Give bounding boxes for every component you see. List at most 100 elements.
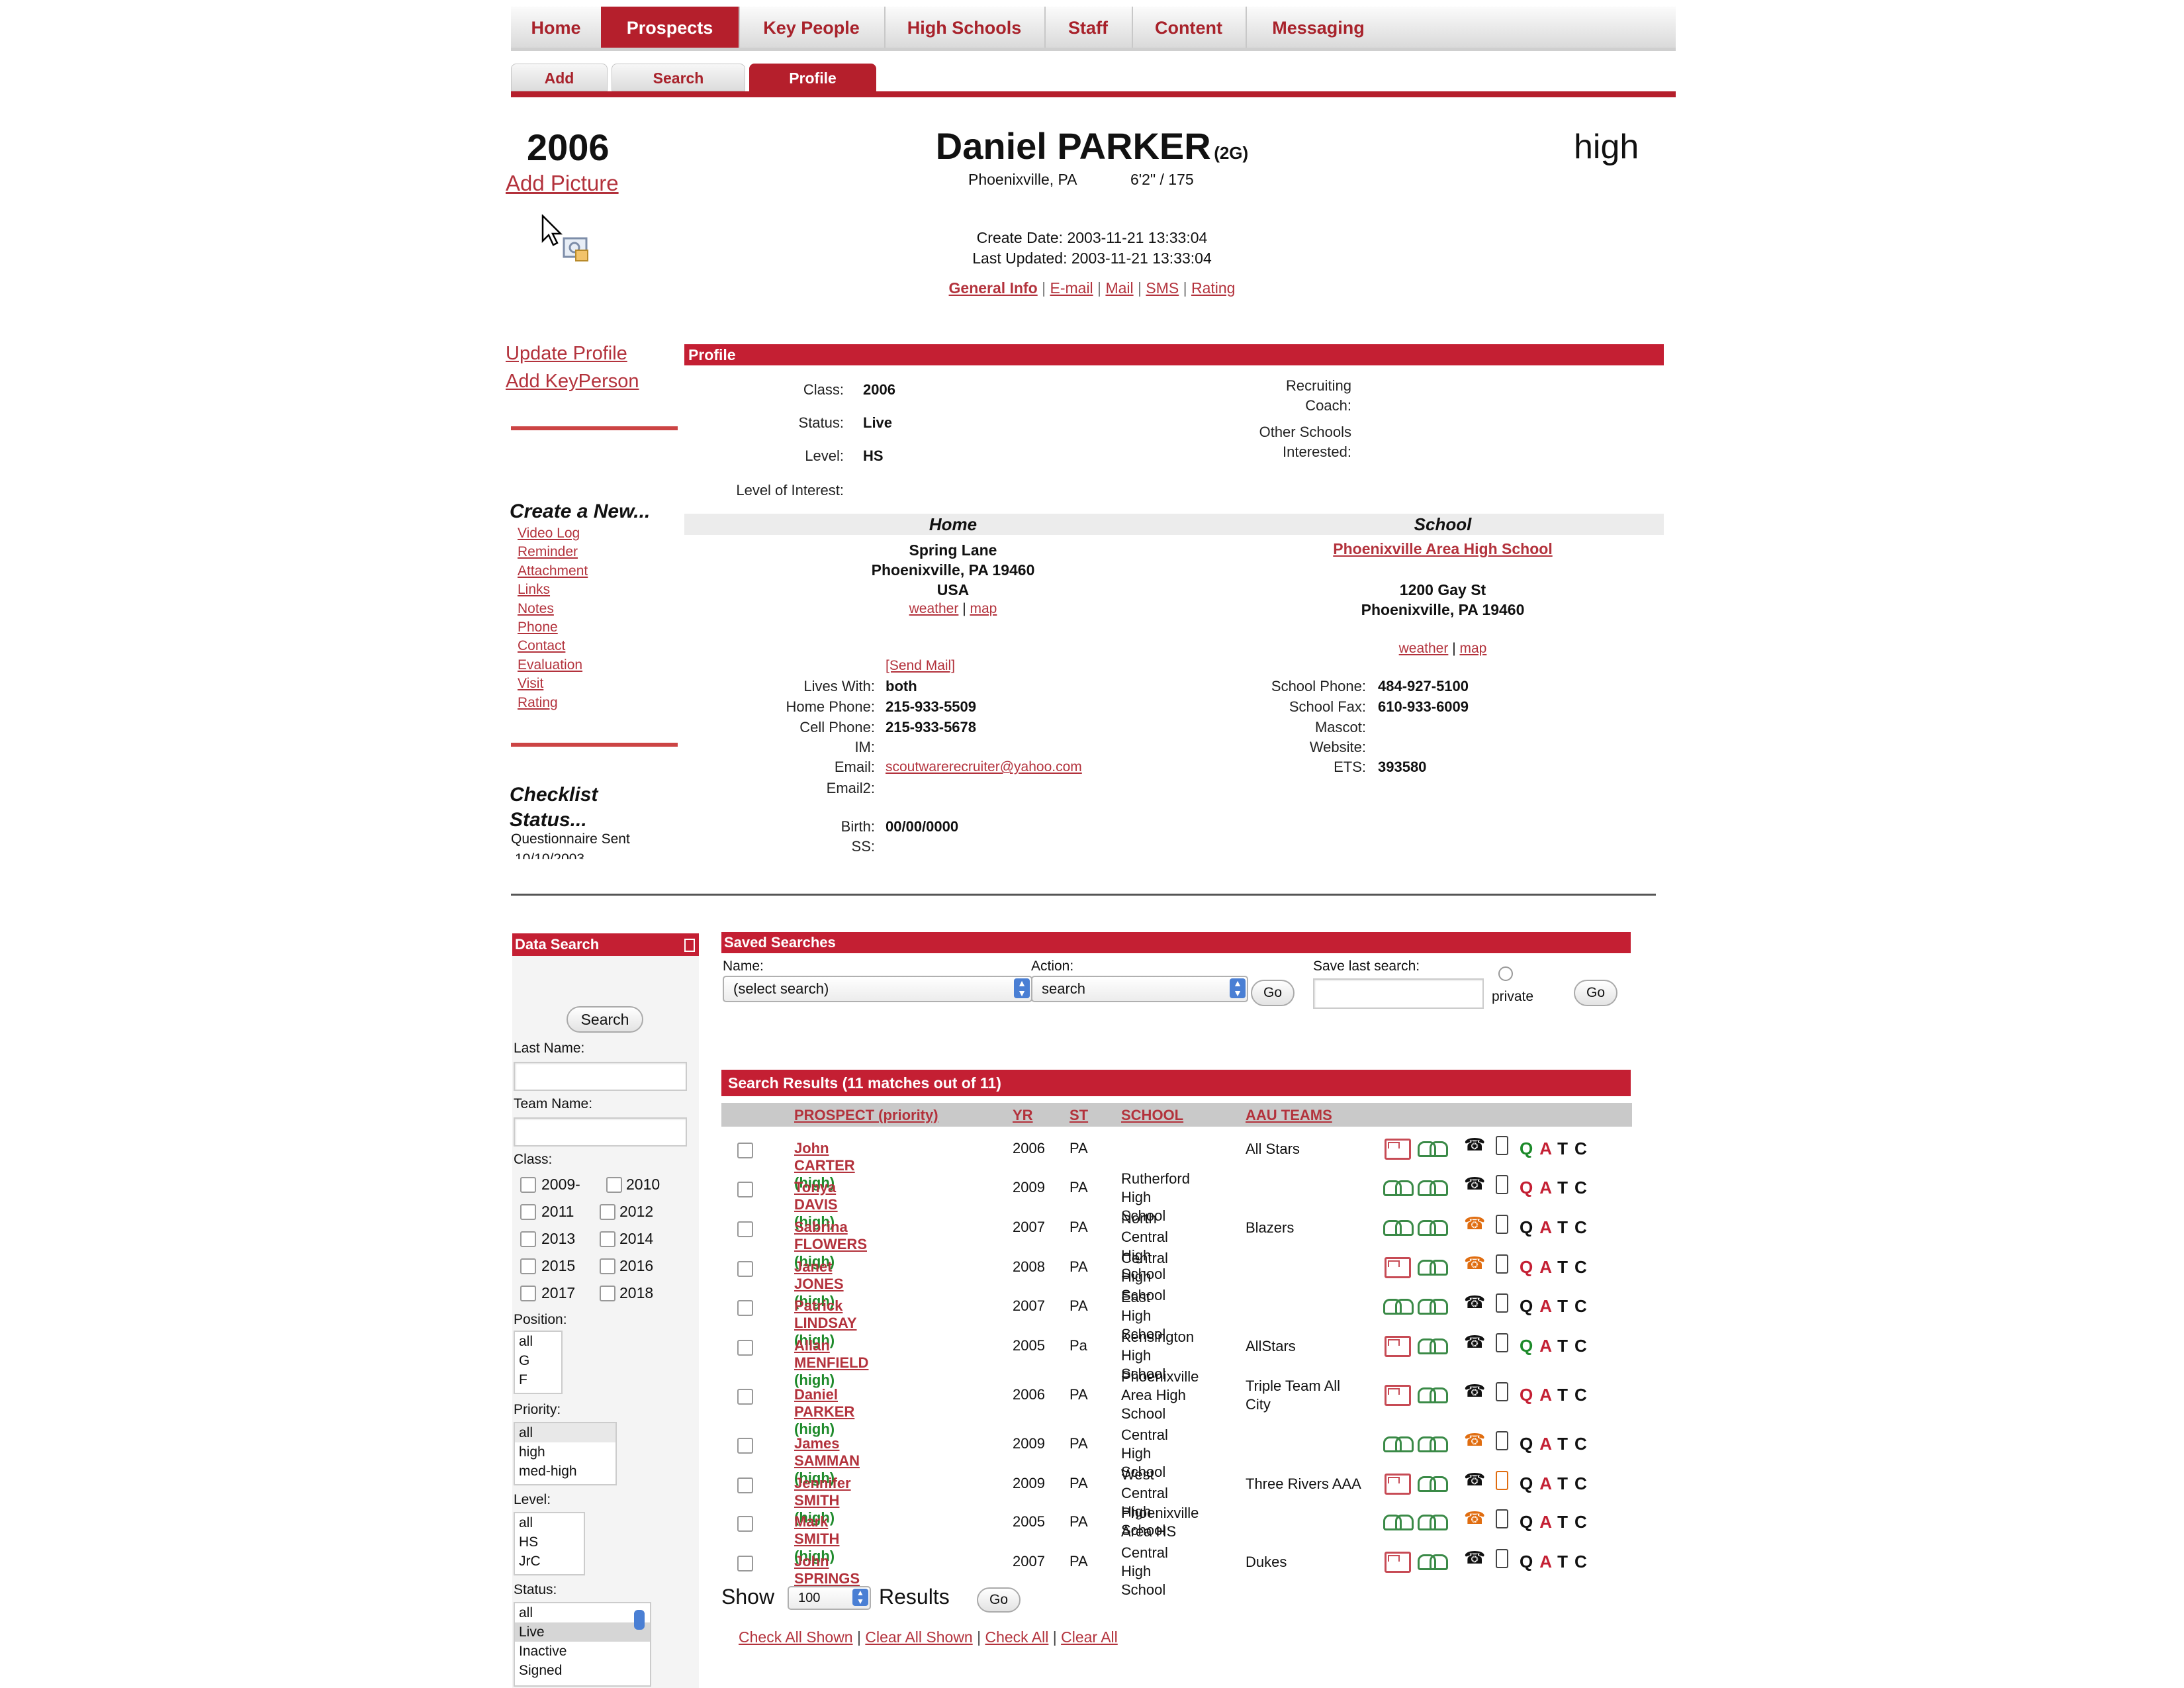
mail-icon[interactable] (1385, 1552, 1411, 1573)
create-notes-link[interactable]: Notes (518, 600, 588, 618)
school-map-link[interactable]: map (1459, 641, 1486, 656)
prospect-name-link[interactable]: James SAMMAN (794, 1435, 860, 1469)
team-name-input[interactable] (514, 1117, 687, 1147)
priority-option[interactable]: med-high (515, 1462, 615, 1481)
email-value-link[interactable]: scoutwarerecruiter@yahoo.com (886, 759, 1082, 775)
phone-icon[interactable]: ☎ (1464, 1382, 1485, 1399)
prospect-name-link[interactable]: Sabrina FLOWERS (794, 1219, 867, 1252)
check-all-link[interactable]: Check All (985, 1628, 1048, 1646)
col-yr[interactable]: YR (1013, 1107, 1033, 1124)
create-links-link[interactable]: Links (518, 581, 588, 599)
tab-prospects[interactable]: Prospects (601, 7, 740, 48)
position-option[interactable]: G (515, 1351, 561, 1370)
message-icon[interactable] (1418, 1474, 1449, 1492)
c-action[interactable]: C (1574, 1296, 1594, 1316)
a-action[interactable]: A (1539, 1434, 1557, 1454)
a-action[interactable]: A (1539, 1257, 1557, 1277)
c-action[interactable]: C (1574, 1257, 1594, 1277)
mail-link[interactable]: Mail (1105, 279, 1133, 297)
cell-phone-icon[interactable] (1496, 1136, 1508, 1155)
q-action[interactable]: Q (1520, 1178, 1539, 1197)
message-icon[interactable] (1418, 1336, 1449, 1354)
col-st[interactable]: ST (1069, 1107, 1088, 1124)
check-all-shown-link[interactable]: Check All Shown (739, 1628, 853, 1646)
cell-phone-icon[interactable] (1496, 1549, 1508, 1568)
phone-icon[interactable]: ☎ (1464, 1549, 1485, 1566)
c-action[interactable]: C (1574, 1552, 1594, 1571)
q-action[interactable]: Q (1520, 1139, 1539, 1158)
c-action[interactable]: C (1574, 1336, 1594, 1356)
subtab-add[interactable]: Add (511, 64, 608, 91)
create-rating-link[interactable]: Rating (518, 694, 588, 712)
row-checkbox[interactable] (737, 1300, 753, 1316)
show-go-button[interactable]: Go (977, 1587, 1021, 1613)
message-icon[interactable] (1418, 1217, 1449, 1236)
message-icon[interactable] (1418, 1257, 1449, 1276)
mail-icon[interactable] (1385, 1385, 1411, 1406)
status-option[interactable]: Signed (515, 1661, 650, 1680)
add-keyperson-link[interactable]: Add KeyPerson (506, 371, 639, 393)
a-action[interactable]: A (1539, 1296, 1557, 1316)
t-action[interactable]: T (1557, 1336, 1574, 1356)
cell-phone-icon[interactable] (1496, 1254, 1508, 1274)
phone-icon[interactable]: ☎ (1464, 1175, 1485, 1192)
level-option[interactable]: all (515, 1513, 584, 1532)
last-name-input[interactable] (514, 1062, 687, 1091)
create-evaluation-link[interactable]: Evaluation (518, 656, 588, 675)
create-visit-link[interactable]: Visit (518, 675, 588, 693)
chat-icon[interactable] (1383, 1296, 1415, 1315)
clear-all-link[interactable]: Clear All (1061, 1628, 1118, 1646)
data-search-button[interactable]: Search (567, 1006, 643, 1033)
c-action[interactable]: C (1574, 1139, 1594, 1158)
save-go-button[interactable]: Go (1574, 980, 1617, 1006)
row-checkbox[interactable] (737, 1221, 753, 1237)
cell-phone-icon[interactable] (1496, 1382, 1508, 1401)
save-search-name-input[interactable] (1313, 978, 1484, 1009)
phone-icon[interactable]: ☎ (1464, 1431, 1485, 1448)
a-action[interactable]: A (1539, 1336, 1557, 1356)
cell-phone-icon[interactable] (1496, 1215, 1508, 1234)
prospect-name-link[interactable]: John CARTER (794, 1140, 855, 1174)
level-option[interactable]: HS (515, 1532, 584, 1552)
tab-high-schools[interactable]: High Schools (884, 7, 1046, 48)
phone-icon[interactable]: ☎ (1464, 1471, 1485, 1488)
chat-icon[interactable] (1383, 1512, 1415, 1530)
status-option[interactable]: Inactive (515, 1642, 650, 1661)
class-2009-checkbox[interactable] (520, 1177, 536, 1193)
a-action[interactable]: A (1539, 1217, 1557, 1237)
q-action[interactable]: Q (1520, 1217, 1539, 1237)
level-listbox[interactable]: all HS JrC (514, 1512, 585, 1575)
phone-icon[interactable]: ☎ (1464, 1136, 1485, 1153)
cell-phone-icon[interactable] (1496, 1471, 1508, 1490)
school-name-link[interactable]: Phoenixville Area High School (1244, 540, 1641, 558)
q-action[interactable]: Q (1520, 1336, 1539, 1356)
a-action[interactable]: A (1539, 1474, 1557, 1493)
send-mail-link[interactable]: [Send Mail] (886, 658, 955, 674)
phone-icon[interactable]: ☎ (1464, 1509, 1485, 1526)
cell-phone-icon[interactable] (1496, 1431, 1508, 1450)
prospect-name-link[interactable]: Mark SMITH (794, 1513, 839, 1547)
a-action[interactable]: A (1539, 1512, 1557, 1532)
c-action[interactable]: C (1574, 1434, 1594, 1454)
q-action[interactable]: Q (1520, 1552, 1539, 1571)
phone-icon[interactable]: ☎ (1464, 1333, 1485, 1350)
tab-staff[interactable]: Staff (1044, 7, 1133, 48)
cell-phone-icon[interactable] (1496, 1175, 1508, 1194)
general-info-link[interactable]: General Info (949, 279, 1038, 297)
create-video-log-link[interactable]: Video Log (518, 524, 588, 543)
class-2013-checkbox[interactable] (520, 1231, 536, 1247)
t-action[interactable]: T (1557, 1474, 1574, 1493)
create-phone-link[interactable]: Phone (518, 618, 588, 637)
phone-icon[interactable]: ☎ (1464, 1293, 1485, 1311)
row-checkbox[interactable] (737, 1438, 753, 1454)
t-action[interactable]: T (1557, 1552, 1574, 1571)
rating-link[interactable]: Rating (1191, 279, 1235, 297)
sms-link[interactable]: SMS (1146, 279, 1179, 297)
create-contact-link[interactable]: Contact (518, 637, 588, 655)
row-checkbox[interactable] (737, 1516, 753, 1532)
phone-icon[interactable]: ☎ (1464, 1215, 1485, 1232)
q-action[interactable]: Q (1520, 1296, 1539, 1316)
class-2012-checkbox[interactable] (600, 1204, 615, 1220)
priority-option[interactable]: all (515, 1423, 615, 1442)
cell-phone-icon[interactable] (1496, 1333, 1508, 1352)
